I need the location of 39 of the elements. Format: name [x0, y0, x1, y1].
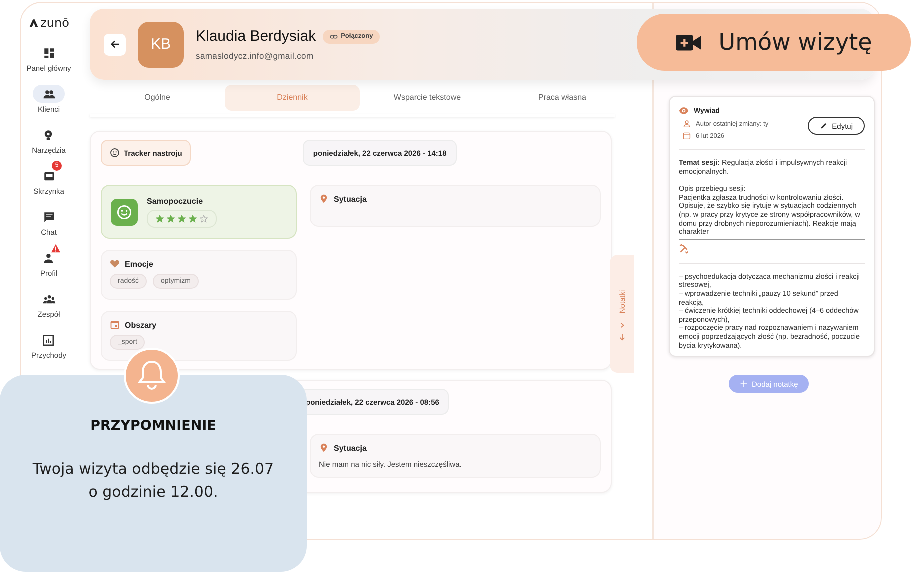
smiley-icon [111, 198, 138, 226]
reminder-message: Twoja wizyta odbędzie się 26.07 o godzinie 12.00. [32, 459, 276, 503]
arrow-icon [618, 334, 626, 341]
link-icon [330, 32, 338, 40]
situation-title: Sytuacja [334, 444, 367, 452]
back-arrow-icon [110, 39, 120, 50]
person-icon [683, 120, 691, 128]
reminder-title: PRZYPOMNIENIE [90, 418, 216, 434]
location-pin-icon [319, 443, 329, 453]
chevron-icon [618, 322, 626, 329]
calendar-icon [110, 320, 120, 330]
mood-title: Samopoczucie [147, 196, 204, 206]
inbox-icon [42, 170, 56, 182]
location-pin-icon [319, 194, 329, 204]
tab[interactable]: Wsparcie tekstowe [360, 85, 495, 111]
book-appointment-button[interactable]: Umów wizytę [637, 14, 911, 71]
team-icon [42, 292, 56, 306]
emotions-title: Emocje [125, 260, 154, 268]
tab[interactable]: Praca własna [495, 85, 630, 111]
chat-icon [42, 210, 56, 224]
client-email: samaslodycz.info@gmail.com [196, 51, 315, 61]
plus-icon [740, 380, 748, 388]
smiley-icon [110, 148, 120, 158]
tab[interactable]: Ogólne [90, 85, 225, 111]
heart-icon [110, 259, 120, 269]
dashboard-icon [42, 46, 56, 60]
areas-title: Obszary [125, 320, 157, 330]
calendar-icon [683, 132, 691, 140]
avatar: KB [138, 22, 184, 68]
back-button[interactable] [104, 34, 126, 56]
people-icon [42, 88, 56, 100]
person-icon [42, 252, 56, 264]
video-camera-icon [676, 34, 701, 52]
client-name: Klaudia Berdysiak [196, 28, 316, 45]
pencil-icon [820, 122, 828, 130]
logo: zunō [28, 16, 70, 30]
eye-icon [679, 106, 689, 116]
chart-icon [42, 334, 56, 346]
situation-title: Sytuacja [334, 194, 367, 204]
